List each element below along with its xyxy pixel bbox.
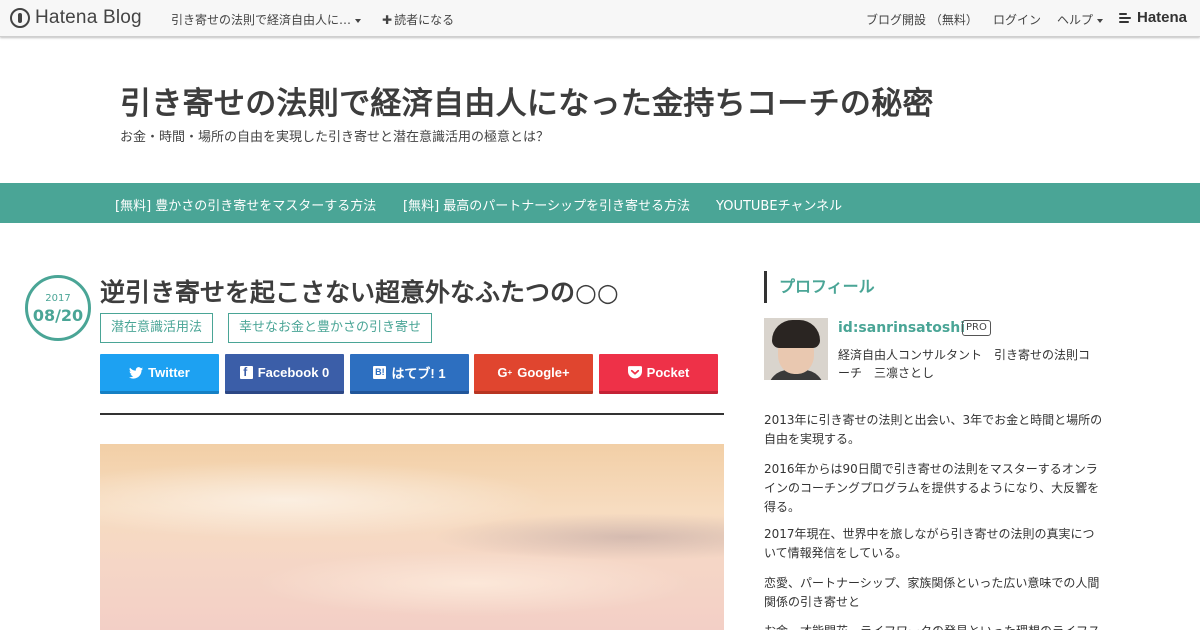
profile-paragraph: お金、才能開花、ライフワークの発見といった理想のライフス [764, 622, 1104, 630]
profile-paragraph: 2013年に引き寄せの法則と出会い、3年でお金と時間と場所の自由を実現する。 [764, 413, 1103, 446]
help-dropdown[interactable]: ヘルプ [1057, 11, 1104, 28]
entry-date-badge[interactable]: 2017 08/20 [25, 275, 91, 341]
hatena-brand-link[interactable]: Hatena [1119, 9, 1187, 26]
blog-description: お金・時間・場所の自由を実現した引き寄せと潜在意識活用の極意とは？ [120, 130, 550, 145]
share-facebook-button[interactable]: f Facebook 0 [225, 354, 344, 394]
twitter-bird-icon [129, 366, 144, 379]
global-header: Hatena Blog 引き寄せの法則で経済自由人に… ✚ 読者になる ブログ開設… [0, 0, 1200, 37]
subscribe-label: 読者になる [394, 13, 455, 27]
hatena-brand-label: Hatena [1137, 9, 1188, 26]
caret-down-icon [355, 18, 362, 23]
nav-item-youtube[interactable]: YOUTUBEチャンネル [716, 195, 842, 214]
hatena-blog-logo[interactable]: Hatena Blog [10, 7, 142, 29]
profile-avatar[interactable] [764, 318, 828, 380]
entry-divider [100, 413, 724, 415]
hatena-blog-logo-text: Hatena Blog [35, 7, 142, 28]
sidebar-profile-heading: プロフィール [764, 271, 875, 303]
plus-icon: ✚ [382, 13, 393, 27]
nav-item-partnership[interactable]: [無料] 最高のパートナーシップを引き寄せる方法 [403, 195, 690, 214]
hatena-blog-logo-icon [10, 8, 30, 28]
entry-hero-image [100, 444, 724, 630]
profile-paragraph: 恋愛、パートナーシップ、家族関係といった広い意味での人間関係の引き寄せと [764, 576, 1100, 609]
profile-id-link[interactable]: id:sanrinsatoshi [838, 320, 965, 336]
share-pocket-button[interactable]: Pocket [599, 354, 718, 394]
hatena-mark-icon [1119, 12, 1133, 23]
blog-title[interactable]: 引き寄せの法則で経済自由人になった金持ちコーチの秘密 [120, 78, 934, 123]
share-facebook-label: Facebook 0 [257, 365, 330, 380]
entry-date-year: 2017 [45, 293, 71, 304]
entry-category-tag[interactable]: 潜在意識活用法 [100, 313, 214, 343]
global-nav: [無料] 豊かさの引き寄せをマスターする方法 [無料] 最高のパートナーシップを… [0, 183, 1200, 223]
share-google-plus-button[interactable]: G + Google+ [474, 354, 593, 394]
entry-date-monthday: 08/20 [32, 306, 84, 325]
pro-badge: PRO [962, 320, 991, 336]
google-plus-icon: G + [497, 365, 513, 380]
share-twitter-button[interactable]: Twitter [100, 354, 219, 394]
hatena-bookmark-icon: B! [373, 366, 387, 379]
help-label: ヘルプ [1057, 13, 1094, 27]
nav-item-abundance[interactable]: [無料] 豊かさの引き寄せをマスターする方法 [115, 195, 376, 214]
share-twitter-label: Twitter [148, 365, 190, 380]
login-link[interactable]: ログイン [993, 11, 1041, 28]
blog-name-dropdown[interactable]: 引き寄せの法則で経済自由人に… [171, 11, 362, 28]
subscribe-button[interactable]: ✚ 読者になる [382, 11, 454, 28]
share-hatena-label: はてブ! 1 [391, 366, 446, 381]
share-google-label: Google+ [517, 365, 570, 380]
share-hatena-bookmark-button[interactable]: B! はてブ! 1 [350, 354, 469, 394]
open-blog-link[interactable]: ブログ開設 （無料） [866, 11, 978, 28]
blog-name-label: 引き寄せの法則で経済自由人に… [171, 13, 352, 27]
entry-title[interactable]: 逆引き寄せを起こさない超意外なふたつの○○ [100, 273, 619, 309]
facebook-icon: f [239, 366, 253, 379]
pocket-icon [627, 366, 642, 379]
profile-description: 経済自由人コンサルタント 引き寄せの法則コーチ 三凛さとし [838, 348, 1091, 380]
share-pocket-label: Pocket [646, 365, 690, 380]
profile-paragraph: 2017年現在、世界中を旅しながら引き寄せの法則の真実について情報発信をしている… [764, 527, 1095, 560]
caret-down-icon [1097, 18, 1104, 23]
profile-paragraph: 2016年からは90日間で引き寄せの法則をマスターするオンラインのコーチングプロ… [764, 462, 1100, 514]
entry-category-tag[interactable]: 幸せなお金と豊かさの引き寄せ [228, 313, 433, 343]
